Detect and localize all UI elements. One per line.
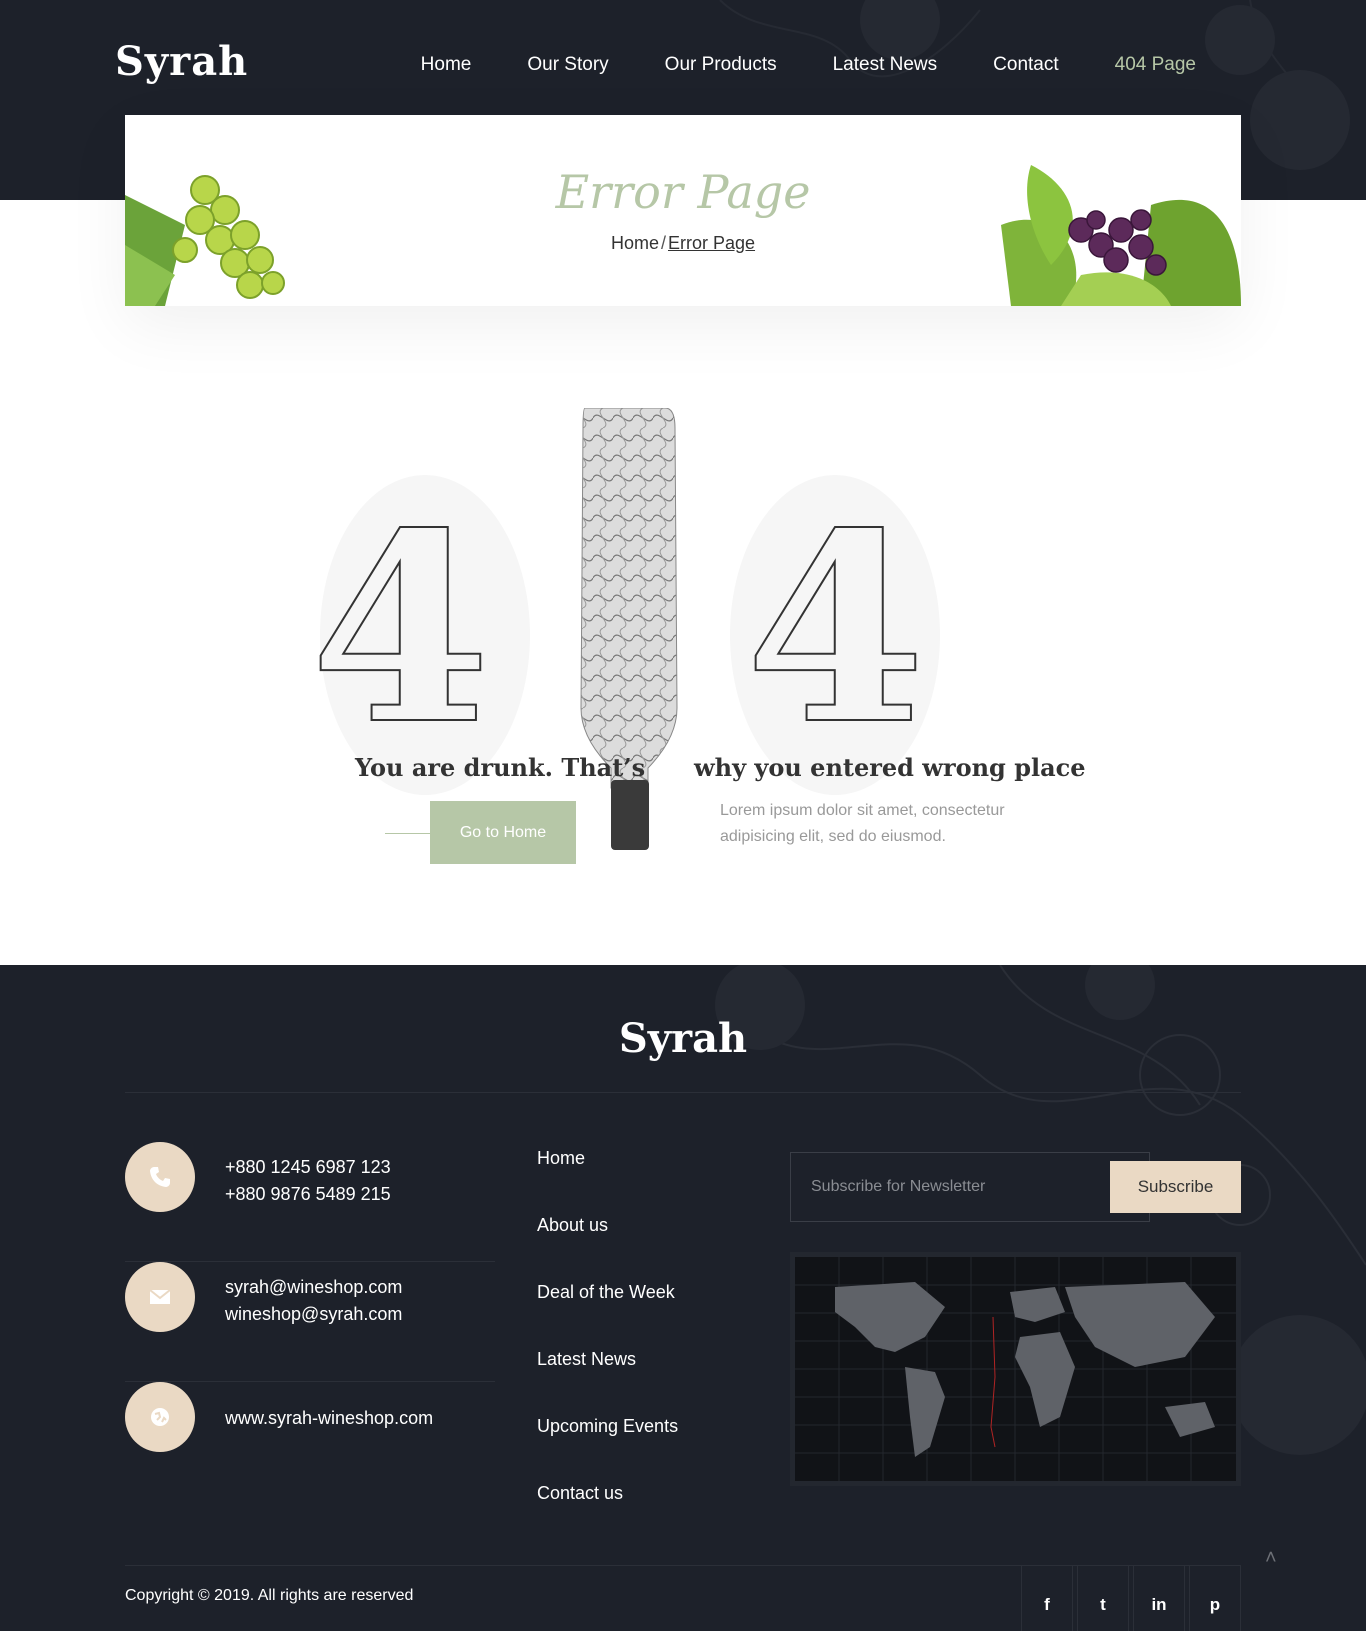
website-link[interactable]: www.syrah-wineshop.com [225,1405,433,1432]
newsletter-box [790,1152,1150,1222]
digit-four-right: 4 [744,477,927,782]
world-map-image [790,1252,1241,1486]
contact-phone: +880 1245 6987 123 +880 9876 5489 215 [125,1142,495,1262]
nav-home[interactable]: Home [421,54,472,76]
footer-links: Home About us Deal of the Week Latest Ne… [537,1148,678,1550]
subscribe-button[interactable]: Subscribe [1110,1161,1241,1213]
footer-divider [125,1092,1241,1093]
nav-contact[interactable]: Contact [993,54,1058,76]
nav-our-products[interactable]: Our Products [665,54,777,76]
email-2[interactable]: wineshop@syrah.com [225,1301,402,1328]
main-nav: Home Our Story Our Products Latest News … [365,54,1196,76]
page-title: Error Page [555,165,811,219]
facebook-icon[interactable]: f [1021,1565,1073,1631]
phone-number-1[interactable]: +880 1245 6987 123 [225,1154,391,1181]
digit-four-left: 4 [309,477,492,782]
footer-link-home[interactable]: Home [537,1148,678,1215]
go-to-home-button[interactable]: Go to Home [430,801,576,864]
error-heading-left: You are drunk. That’s [355,753,646,782]
footer-link-events[interactable]: Upcoming Events [537,1416,678,1483]
phone-number-2[interactable]: +880 9876 5489 215 [225,1181,391,1208]
phone-icon [125,1142,195,1212]
breadcrumb-current[interactable]: Error Page [668,233,755,253]
breadcrumb: Home / Error Page [125,233,1241,254]
site-logo[interactable]: Syrah [115,38,248,85]
scroll-to-top-icon[interactable]: ˄ [1265,1547,1277,1570]
footer-link-news[interactable]: Latest News [537,1349,678,1416]
footer-logo[interactable]: Syrah [0,1015,1366,1062]
pinterest-icon[interactable]: p [1189,1565,1241,1631]
footer-link-deal[interactable]: Deal of the Week [537,1282,678,1349]
nav-our-story[interactable]: Our Story [527,54,608,76]
nav-latest-news[interactable]: Latest News [833,54,938,76]
error-description: Lorem ipsum dolor sit amet, consectetur … [720,802,1005,845]
copyright-divider [125,1565,1241,1566]
email-1[interactable]: syrah@wineshop.com [225,1274,402,1301]
contact-email: syrah@wineshop.com wineshop@syrah.com [125,1262,495,1382]
nav-404-page[interactable]: 404 Page [1115,54,1196,76]
newsletter-input[interactable] [811,1153,1111,1221]
envelope-icon [125,1262,195,1332]
contact-website: www.syrah-wineshop.com [125,1382,495,1502]
globe-icon [125,1382,195,1452]
copyright-text: Copyright © 2019. All rights are reserve… [125,1587,414,1604]
wine-bottle-image [580,408,678,850]
footer-link-about[interactable]: About us [537,1215,678,1282]
footer: Syrah +880 1245 6987 123 +880 9876 5489 … [0,965,1366,1631]
footer-link-contact[interactable]: Contact us [537,1483,678,1550]
twitter-icon[interactable]: t [1077,1565,1129,1631]
error-section: 4 4 You are drunk. That’s why you entere… [0,400,1366,900]
page-banner: Error Page Home / Error Page [125,115,1241,306]
error-heading-right: why you entered wrong place [694,753,1086,782]
linkedin-icon[interactable]: in [1133,1565,1185,1631]
breadcrumb-separator: / [660,233,666,253]
breadcrumb-home[interactable]: Home [611,233,659,253]
